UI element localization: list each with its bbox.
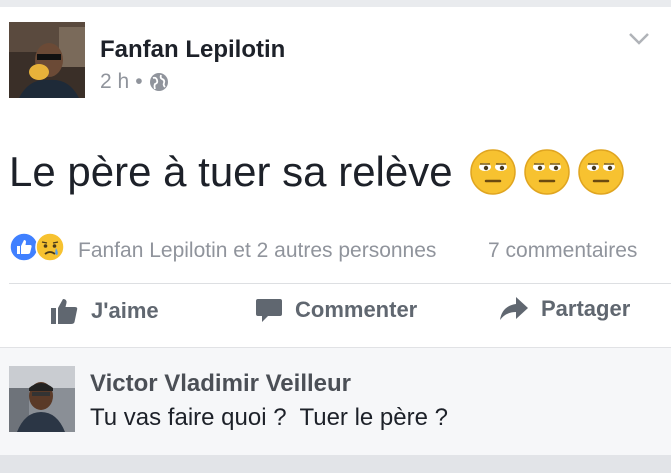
comments-count-link[interactable]: 7 commentaires: [488, 239, 637, 263]
commenter-name[interactable]: Victor Vladimir Veilleur: [90, 370, 351, 398]
post-time[interactable]: 2 h: [100, 70, 129, 94]
comment-label: Commenter: [295, 297, 418, 322]
share-label: Partager: [541, 296, 631, 321]
like-button[interactable]: J'aime: [49, 296, 159, 326]
neutral-face-emoji-icon: [577, 149, 624, 195]
divider: [9, 283, 671, 284]
thumbs-up-icon: [51, 299, 78, 324]
like-label: J'aime: [91, 298, 159, 323]
comment-section: [0, 347, 671, 456]
comment-bubble-icon: [256, 299, 282, 322]
post-author-name[interactable]: Fanfan Lepilotin: [100, 36, 285, 64]
post-text: Le père à tuer sa relève: [9, 148, 453, 195]
post-body: Le père à tuer sa relève: [9, 148, 631, 196]
comment-text: Tu vas faire quoi ? Tuer le père ?: [90, 404, 448, 431]
neutral-face-emoji-icon: [523, 149, 570, 195]
neutral-face-emoji-icon: [469, 149, 516, 195]
share-arrow-icon: [500, 297, 528, 320]
bottom-strip: [0, 455, 671, 473]
reaction-summary[interactable]: Fanfan Lepilotin et 2 autres personnes: [78, 239, 436, 263]
emoji-group: [469, 148, 631, 196]
commenter-avatar[interactable]: [9, 366, 75, 432]
globe-icon: [149, 73, 168, 91]
share-button[interactable]: Partager: [499, 296, 630, 322]
sad-reaction-icon: [35, 232, 65, 262]
meta-separator: •: [135, 70, 143, 93]
post-options-chevron-icon[interactable]: [627, 30, 651, 48]
author-avatar[interactable]: [9, 22, 85, 98]
reaction-icons[interactable]: [9, 232, 65, 262]
post-meta: 2 h •: [100, 70, 169, 94]
comment-button[interactable]: Commenter: [255, 296, 417, 324]
